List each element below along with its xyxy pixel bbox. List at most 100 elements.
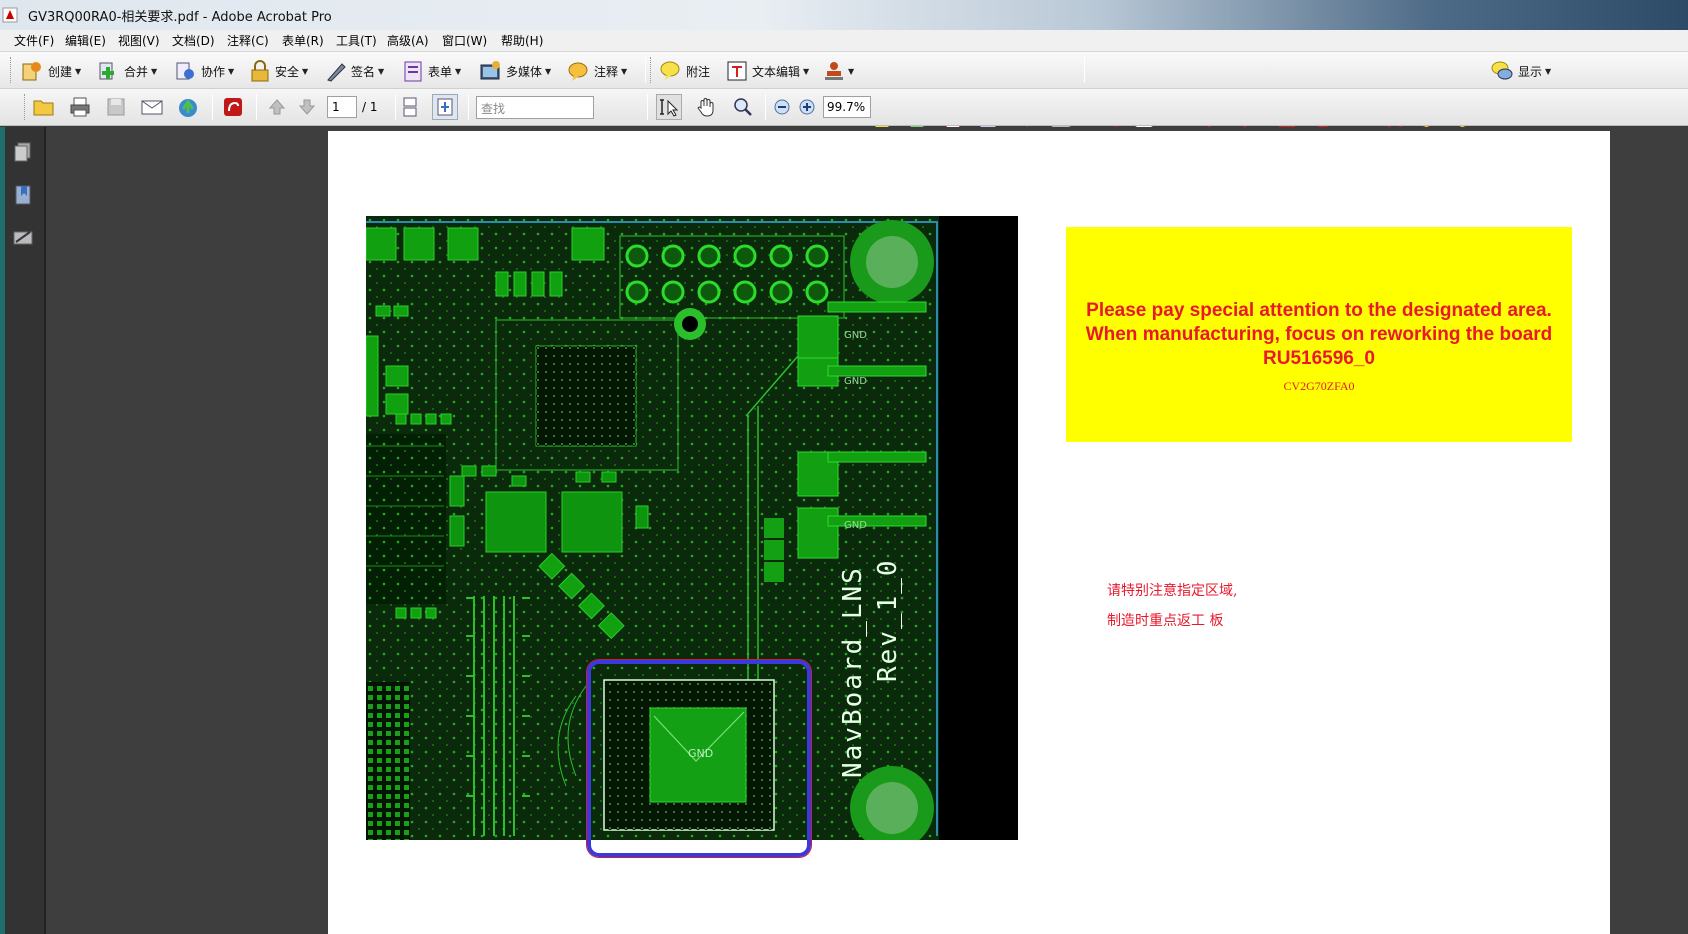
combine-label: 合并	[124, 64, 149, 79]
toolbar-grip[interactable]	[24, 94, 28, 120]
tasks-toolbar: 创建 ▼ 合并 ▼ 协作 ▼ 安全 ▼ 签名 ▼ 表单 ▼ 多媒体 ▼ 注释 ▼ 附注 文本编辑…	[0, 52, 1688, 130]
chevron-down-icon: ▼	[228, 66, 235, 76]
bookmarks-panel-icon[interactable]	[10, 182, 36, 208]
menu-document[interactable]: 文档(D)	[171, 32, 216, 50]
sticky-note-button[interactable]: 附注	[658, 56, 710, 86]
create-icon	[22, 62, 41, 81]
comment-button[interactable]: 注释 ▼	[566, 56, 627, 86]
toolbar-separator	[468, 94, 469, 120]
sticky-note-icon	[660, 61, 680, 80]
title-bar: GV3RQ00RA0-相关要求.pdf - Adobe Acrobat Pro	[0, 0, 1688, 30]
signatures-panel-icon[interactable]	[10, 225, 36, 251]
notice-box: Please pay special attention to the desi…	[1066, 227, 1572, 442]
pcb-board-name: NavBoard_LNS	[838, 566, 868, 778]
text-edit-icon	[727, 61, 747, 81]
cn-note-line-1: 请特别注意指定区域,	[1107, 583, 1238, 599]
stamp-icon	[825, 62, 843, 80]
chevron-down-icon: ▼	[151, 66, 158, 76]
menu-comments[interactable]: 注释(C)	[226, 32, 270, 50]
menu-tools[interactable]: 工具(T)	[335, 32, 378, 50]
select-tool-icon[interactable]	[656, 94, 682, 120]
chevron-down-icon: ▼	[455, 66, 462, 76]
toolbar-separator	[212, 94, 213, 120]
chevron-down-icon: ▼	[1545, 66, 1552, 76]
fit-page-icon[interactable]	[432, 94, 458, 120]
open-folder-icon[interactable]	[31, 94, 57, 120]
forms-icon	[404, 61, 422, 82]
acrobat-review-icon[interactable]	[220, 94, 246, 120]
toolbar-grip[interactable]	[650, 57, 654, 83]
share-upload-icon[interactable]	[175, 94, 201, 120]
chevron-down-icon: ▼	[621, 66, 628, 76]
sign-button[interactable]: 签名 ▼	[325, 56, 384, 86]
show-comments-button[interactable]: 显示 ▼	[1490, 56, 1551, 86]
scrolling-mode-icon[interactable]	[397, 94, 423, 120]
show-label: 显示	[1518, 64, 1543, 79]
show-comments-icon	[1491, 61, 1513, 80]
find-input[interactable]: 查找	[476, 96, 594, 119]
marquee-zoom-icon[interactable]	[730, 94, 756, 120]
zoom-input[interactable]: 99.7%	[823, 96, 871, 118]
comment-label: 注释	[594, 64, 619, 79]
secure-button[interactable]: 安全 ▼	[249, 56, 308, 86]
create-label: 创建	[48, 64, 73, 79]
page-number-input[interactable]: 1	[327, 96, 357, 118]
chevron-down-icon: ▼	[803, 66, 810, 76]
chevron-down-icon: ▼	[302, 66, 309, 76]
notice-line-3: RU516596_0	[1263, 348, 1375, 369]
designated-area-highlight	[587, 660, 811, 857]
collaborate-button[interactable]: 协作 ▼	[173, 56, 234, 86]
menu-file[interactable]: 文件(F)	[13, 32, 55, 50]
previous-page-icon[interactable]	[264, 94, 290, 120]
print-icon[interactable]	[67, 94, 93, 120]
combine-icon	[99, 62, 114, 80]
pen-icon	[327, 63, 346, 82]
save-icon[interactable]	[103, 94, 129, 120]
toolbar-separator	[765, 94, 766, 120]
navigation-pane	[0, 127, 46, 934]
toolbar-separator	[395, 94, 396, 120]
toolbar-separator	[645, 57, 646, 83]
menu-window[interactable]: 窗口(W)	[441, 32, 488, 50]
create-button[interactable]: 创建 ▼	[20, 56, 81, 86]
lock-icon	[251, 60, 269, 82]
menu-forms[interactable]: 表单(R)	[281, 32, 325, 50]
menu-advanced[interactable]: 高级(A)	[386, 32, 430, 50]
stamp-button[interactable]: ▼	[823, 56, 854, 86]
toolbar-separator	[256, 94, 257, 120]
chevron-down-icon: ▼	[75, 66, 82, 76]
cn-note-line-2: 制造时重点返工 板	[1107, 613, 1224, 629]
comment-icon	[568, 62, 588, 81]
secure-label: 安全	[275, 64, 300, 79]
menu-help[interactable]: 帮助(H)	[500, 32, 544, 50]
pages-panel-icon[interactable]	[10, 139, 36, 165]
notice-english-text: Please pay special attention to the desi…	[1066, 299, 1572, 371]
chevron-down-icon: ▼	[848, 66, 855, 76]
pcb-board-rev: Rev_1_0	[873, 558, 903, 682]
window-title: GV3RQ00RA0-相关要求.pdf - Adobe Acrobat Pro	[28, 10, 332, 25]
pcb-gnd-label: GND	[844, 520, 867, 531]
pcb-gnd-label: GND	[844, 330, 867, 341]
zoom-in-icon[interactable]	[794, 94, 820, 120]
notice-line-1: Please pay special attention to the desi…	[1086, 300, 1552, 321]
toolbar-grip[interactable]	[10, 57, 14, 83]
sign-label: 签名	[351, 64, 376, 79]
email-icon[interactable]	[139, 94, 165, 120]
menu-bar: 文件(F) 编辑(E) 视图(V) 文档(D) 注释(C) 表单(R) 工具(T…	[0, 30, 1688, 52]
zoom-out-icon[interactable]	[769, 94, 795, 120]
combine-button[interactable]: 合并 ▼	[96, 56, 157, 86]
acrobat-app-icon	[2, 7, 18, 23]
forms-button[interactable]: 表单 ▼	[402, 56, 461, 86]
toolbar-separator	[647, 94, 648, 120]
menu-view[interactable]: 视图(V)	[117, 32, 161, 50]
text-edit-button[interactable]: 文本编辑 ▼	[726, 56, 809, 86]
multimedia-button[interactable]: 多媒体 ▼	[478, 56, 551, 86]
page-count: / 1	[362, 100, 378, 114]
notice-line-2: When manufacturing, focus on reworking t…	[1085, 324, 1553, 345]
next-page-icon[interactable]	[294, 94, 320, 120]
notice-chinese-text: 请特别注意指定区域, 制造时重点返工 板	[1107, 576, 1237, 636]
hand-tool-icon[interactable]	[693, 94, 719, 120]
menu-edit[interactable]: 编辑(E)	[64, 32, 107, 50]
sticky-note-label: 附注	[686, 64, 711, 79]
chevron-down-icon: ▼	[545, 66, 552, 76]
